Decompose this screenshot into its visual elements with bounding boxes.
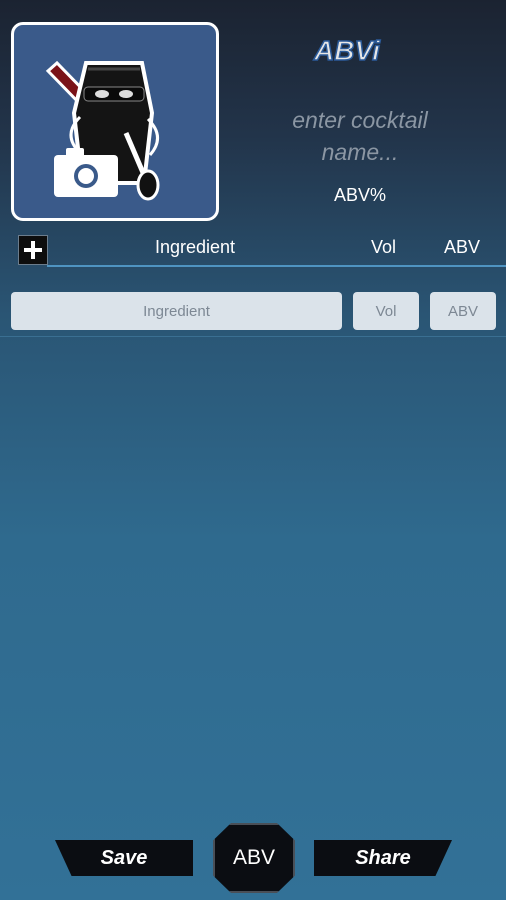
row-divider [0, 336, 506, 337]
cocktail-photo-button[interactable] [11, 22, 219, 221]
header-vol: Vol [371, 237, 397, 257]
app-logo: ABVi [312, 30, 404, 70]
logo-text: ABVi [313, 35, 381, 66]
abv-percent-label: ABV% [333, 185, 387, 205]
vol-field[interactable]: Vol [353, 292, 419, 330]
cocktail-name-input[interactable]: enter cocktail name... [270, 104, 450, 168]
save-button[interactable]: Save [55, 840, 193, 876]
header-abv: ABV [444, 237, 481, 257]
share-button[interactable]: Share [314, 840, 452, 876]
shaker-camera-icon [45, 60, 160, 201]
ingredient-field[interactable]: Ingredient [11, 292, 342, 330]
header-ingredient: Ingredient [155, 237, 236, 257]
calculate-abv-button[interactable]: ABV [213, 823, 295, 893]
add-ingredient-button[interactable] [18, 235, 48, 265]
header-divider [47, 265, 506, 267]
abv-field[interactable]: ABV [430, 292, 496, 330]
plus-icon [24, 241, 42, 259]
